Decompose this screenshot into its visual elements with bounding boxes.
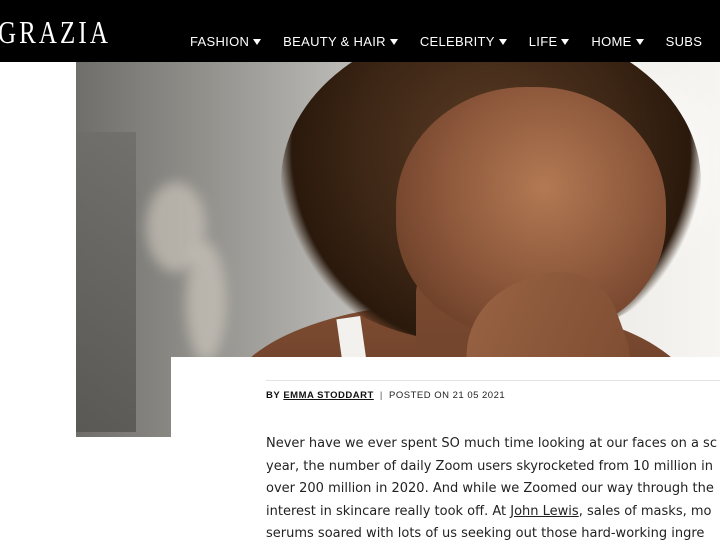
body-line: serums soared with lots of us seeking ou… (266, 526, 705, 541)
site-header: GRAZIA FASHION BEAUTY & HAIR CELEBRITY L… (0, 0, 720, 62)
john-lewis-link[interactable]: John Lewis (510, 504, 578, 519)
nav-beauty-hair-label: BEAUTY & HAIR (283, 34, 386, 49)
nav-fashion[interactable]: FASHION (190, 34, 283, 49)
byline-by: BY (266, 390, 281, 401)
caret-down-icon (561, 38, 570, 45)
caret-down-icon (253, 38, 262, 45)
caret-down-icon (635, 38, 644, 45)
nav-home-label: HOME (591, 34, 632, 49)
body-line: year, the number of daily Zoom users sky… (266, 458, 713, 474)
divider (266, 380, 720, 381)
nav-fashion-label: FASHION (190, 34, 250, 49)
nav-beauty-hair[interactable]: BEAUTY & HAIR (283, 34, 420, 49)
nav-subscribe-label: SUBS (665, 34, 703, 49)
body-text: interest in skincare really took off. At (266, 503, 511, 519)
body-line-with-link: interest in skincare really took off. At… (266, 501, 720, 524)
caret-down-icon (389, 38, 398, 45)
nav-celebrity-label: CELEBRITY (419, 34, 495, 49)
nav-life[interactable]: LIFE (529, 34, 592, 49)
byline: BY EMMA STODDART | POSTED ON 21 05 2021 (266, 390, 505, 401)
body-text: , sales of masks, mo (578, 503, 712, 519)
article-body: Never have we ever spent SO much time lo… (266, 433, 720, 546)
body-line: Never have we ever spent SO much time lo… (266, 436, 717, 451)
caret-down-icon (498, 38, 507, 45)
nav-life-label: LIFE (528, 34, 558, 49)
body-line: over 200 million in 2020. And while we Z… (266, 481, 714, 496)
author-link[interactable]: EMMA STODDART (283, 390, 373, 401)
nav-home[interactable]: HOME (591, 34, 665, 49)
nav-celebrity[interactable]: CELEBRITY (420, 34, 529, 49)
posted-date: POSTED ON 21 05 2021 (389, 390, 506, 401)
nav-subscribe[interactable]: SUBS (666, 34, 703, 49)
main-nav: FASHION BEAUTY & HAIR CELEBRITY LIFE HOM… (190, 34, 702, 49)
grazia-logo[interactable]: GRAZIA (0, 16, 111, 48)
article-card: BY EMMA STODDART | POSTED ON 21 05 2021 … (171, 357, 720, 541)
byline-separator: | (379, 390, 383, 401)
